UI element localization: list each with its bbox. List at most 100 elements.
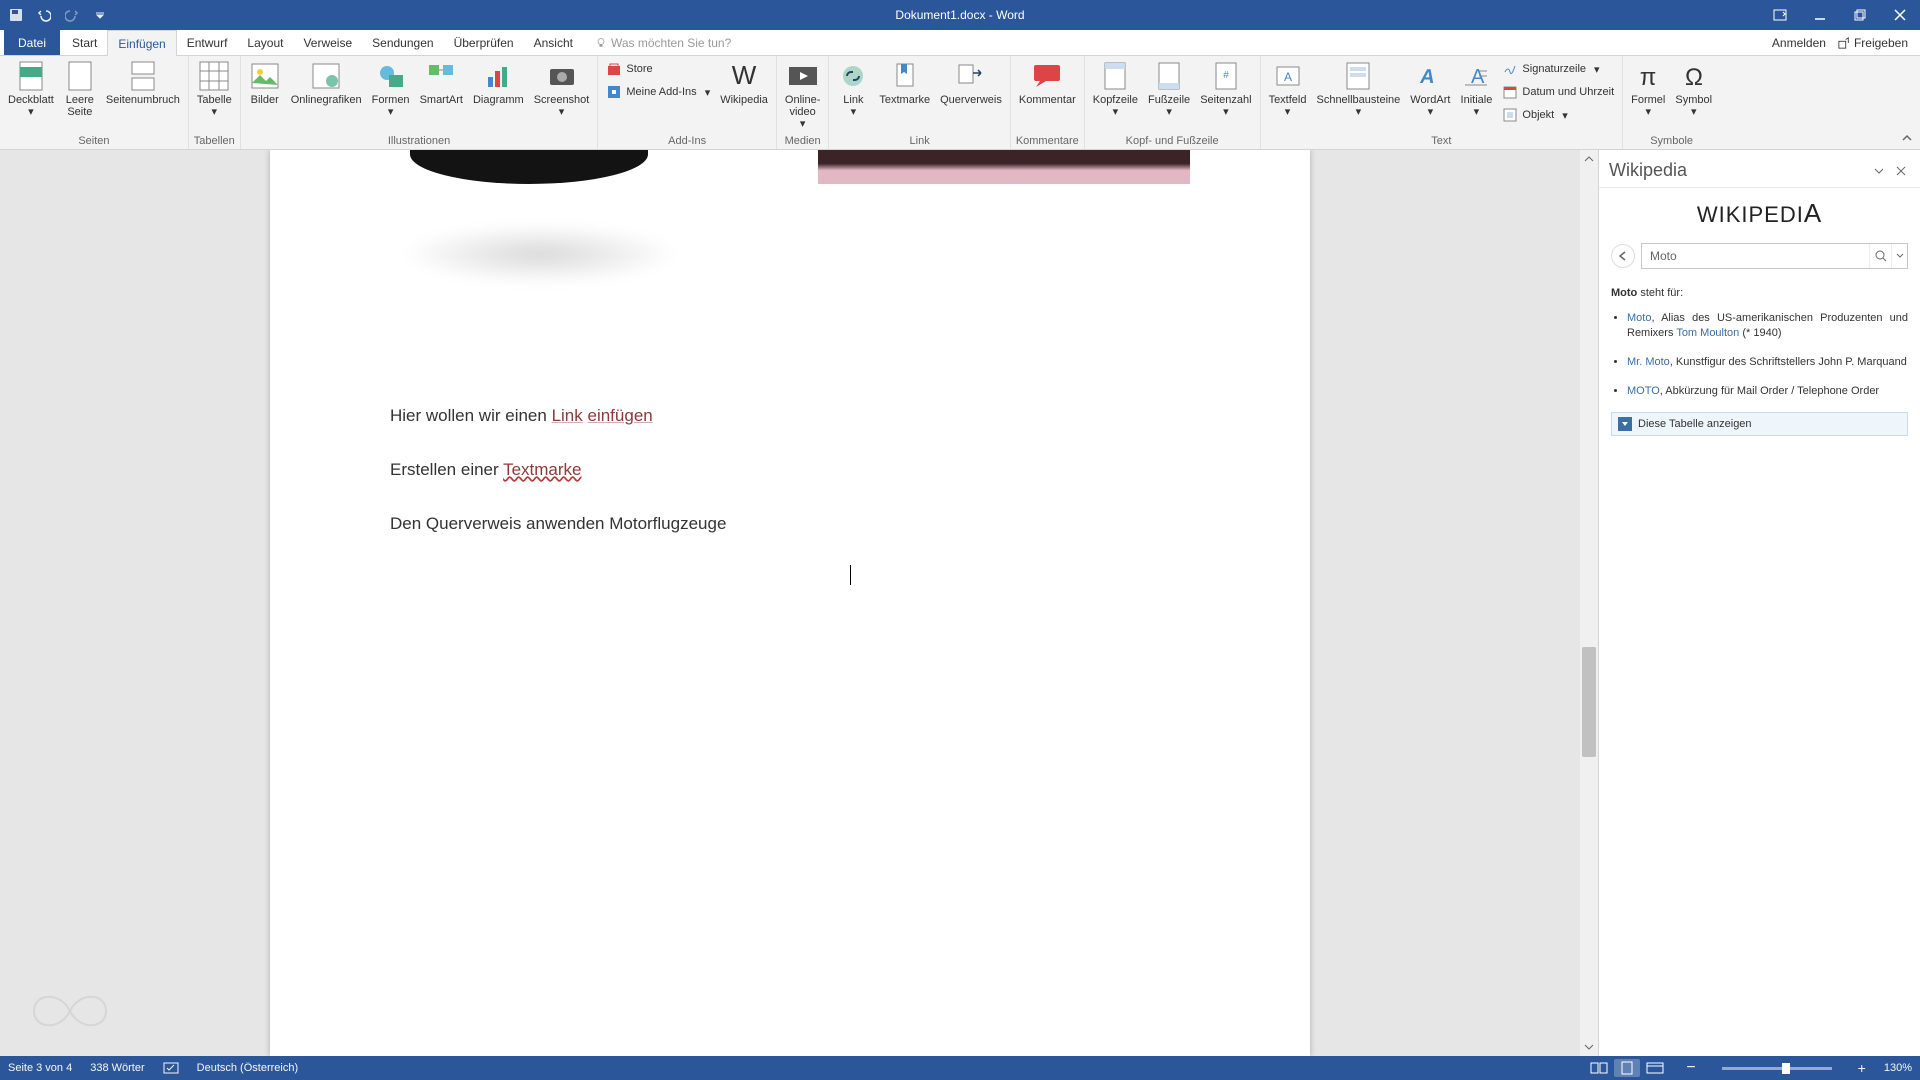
close-icon[interactable]	[1880, 0, 1920, 30]
symbol-icon: Ω	[1678, 60, 1710, 92]
dropcap-button[interactable]: AInitiale▾	[1456, 58, 1496, 120]
online-pictures-button[interactable]: Onlinegrafiken	[287, 58, 366, 108]
online-video-button[interactable]: Online- video▾	[781, 58, 824, 132]
tab-insert[interactable]: Einfügen	[107, 30, 176, 56]
object-button[interactable]: Objekt▾	[1498, 104, 1618, 126]
collapse-ribbon-icon[interactable]	[1900, 131, 1914, 145]
svg-text:A: A	[1419, 66, 1438, 88]
footer-button[interactable]: Fußzeile▾	[1144, 58, 1194, 120]
paragraph-2[interactable]: Erstellen einer Textmarke	[390, 458, 1190, 482]
table-button[interactable]: Tabelle▾	[193, 58, 236, 120]
pictures-button[interactable]: Bilder	[245, 58, 285, 108]
status-page[interactable]: Seite 3 von 4	[8, 1062, 72, 1074]
sign-in-button[interactable]: Anmelden	[1772, 36, 1826, 50]
document-area[interactable]: Hier wollen wir einen Link einfügen Erst…	[0, 150, 1580, 1056]
vertical-scrollbar[interactable]	[1580, 150, 1598, 1056]
pane-close-icon[interactable]	[1892, 162, 1910, 180]
textbox-icon: A	[1272, 60, 1304, 92]
document-image-1[interactable]	[410, 150, 648, 184]
group-header-footer-label: Kopf- und Fußzeile	[1089, 135, 1256, 149]
store-button[interactable]: Store	[602, 58, 714, 80]
wiki-link-moto-abbr[interactable]: MOTO	[1627, 385, 1660, 397]
hyperlink-link[interactable]: Link	[552, 406, 583, 425]
wikipedia-pane: Wikipedia WIKIPEDIA Moto steht für: Moto…	[1598, 150, 1920, 1056]
page-break-button[interactable]: Seitenumbruch	[102, 58, 184, 108]
textbox-button[interactable]: ATextfeld▾	[1265, 58, 1311, 120]
status-words[interactable]: 338 Wörter	[90, 1062, 144, 1074]
store-icon	[606, 61, 622, 77]
save-icon[interactable]	[6, 5, 26, 25]
ribbon-display-icon[interactable]	[1760, 0, 1800, 30]
page[interactable]: Hier wollen wir einen Link einfügen Erst…	[270, 150, 1310, 1056]
quickparts-button[interactable]: Schnellbausteine▾	[1312, 58, 1404, 120]
undo-icon[interactable]	[34, 5, 54, 25]
link-button[interactable]: Link▾	[833, 58, 873, 120]
wiki-search-icon[interactable]	[1869, 244, 1891, 268]
tab-file[interactable]: Datei	[4, 30, 60, 55]
paragraph-1[interactable]: Hier wollen wir einen Link einfügen	[390, 404, 1190, 428]
group-illustrations-label: Illustrationen	[245, 135, 594, 149]
crossref-button[interactable]: Querverweis	[936, 58, 1006, 108]
status-spellcheck-icon[interactable]	[163, 1061, 179, 1075]
page-number-button[interactable]: #Seitenzahl▾	[1196, 58, 1255, 120]
signature-line-button[interactable]: Signaturzeile▾	[1498, 58, 1618, 80]
hyperlink-einfuegen[interactable]: einfügen	[588, 406, 653, 425]
tab-review[interactable]: Überprüfen	[444, 30, 524, 55]
zoom-in-button[interactable]: +	[1858, 1061, 1866, 1075]
share-button[interactable]: Freigeben	[1838, 36, 1908, 50]
tab-design[interactable]: Entwurf	[177, 30, 238, 55]
wiki-expand-table[interactable]: Diese Tabelle anzeigen	[1611, 412, 1908, 436]
zoom-out-button[interactable]: −	[1686, 1060, 1695, 1076]
wiki-search-dropdown-icon[interactable]	[1891, 244, 1907, 268]
tell-me-search[interactable]: Was möchten Sie tun?	[595, 30, 731, 55]
bookmark-textmarke[interactable]: Textmarke	[503, 460, 581, 479]
tab-start[interactable]: Start	[62, 30, 107, 55]
date-time-button[interactable]: Datum und Uhrzeit	[1498, 81, 1618, 103]
my-addins-button[interactable]: Meine Add-Ins▾	[602, 81, 714, 103]
footer-icon	[1153, 60, 1185, 92]
redo-icon[interactable]	[62, 5, 82, 25]
tab-references[interactable]: Verweise	[293, 30, 362, 55]
view-print-icon[interactable]	[1614, 1059, 1640, 1077]
paragraph-3[interactable]: Den Querverweis anwenden Motorflugzeuge	[390, 512, 1190, 536]
header-button[interactable]: Kopfzeile▾	[1089, 58, 1142, 120]
wikipedia-button[interactable]: WWikipedia	[716, 58, 772, 108]
document-image-2[interactable]	[818, 150, 1190, 184]
zoom-level[interactable]: 130%	[1884, 1062, 1912, 1074]
chart-button[interactable]: Diagramm	[469, 58, 528, 108]
scroll-thumb[interactable]	[1582, 647, 1596, 757]
symbol-button[interactable]: ΩSymbol▾	[1671, 58, 1716, 120]
wiki-link-mr-moto[interactable]: Mr. Moto	[1627, 356, 1670, 368]
maximize-icon[interactable]	[1840, 0, 1880, 30]
wikipedia-icon: W	[728, 60, 760, 92]
expand-arrow-icon	[1618, 417, 1632, 431]
equation-button[interactable]: πFormel▾	[1627, 58, 1669, 120]
view-web-icon[interactable]	[1642, 1059, 1668, 1077]
tab-mailings[interactable]: Sendungen	[362, 30, 443, 55]
qat-customize-icon[interactable]	[90, 5, 110, 25]
tell-me-placeholder: Was möchten Sie tun?	[611, 36, 731, 50]
smartart-button[interactable]: SmartArt	[416, 58, 467, 108]
zoom-slider[interactable]	[1722, 1067, 1832, 1070]
screenshot-button[interactable]: Screenshot▾	[530, 58, 594, 120]
scroll-down-icon[interactable]	[1580, 1038, 1598, 1056]
tab-layout[interactable]: Layout	[237, 30, 293, 55]
wiki-link-moto[interactable]: Moto	[1627, 312, 1651, 324]
status-language[interactable]: Deutsch (Österreich)	[197, 1062, 298, 1074]
comment-button[interactable]: Kommentar	[1015, 58, 1080, 108]
wiki-search-input[interactable]	[1642, 244, 1869, 268]
pane-options-icon[interactable]	[1870, 162, 1888, 180]
bookmark-button[interactable]: Textmarke	[875, 58, 934, 108]
wiki-back-button[interactable]	[1611, 244, 1635, 268]
wiki-link-tom-moulton[interactable]: Tom Moulton	[1676, 327, 1739, 339]
shapes-button[interactable]: Formen▾	[368, 58, 414, 120]
minimize-icon[interactable]	[1800, 0, 1840, 30]
blank-page-button[interactable]: Leere Seite	[60, 58, 100, 120]
scroll-track[interactable]	[1580, 168, 1598, 1038]
tab-view[interactable]: Ansicht	[524, 30, 583, 55]
wordart-button[interactable]: AWordArt▾	[1406, 58, 1454, 120]
view-read-icon[interactable]	[1586, 1059, 1612, 1077]
scroll-up-icon[interactable]	[1580, 150, 1598, 168]
dropcap-icon: A	[1460, 60, 1492, 92]
cover-page-button[interactable]: Deckblatt▾	[4, 58, 58, 120]
